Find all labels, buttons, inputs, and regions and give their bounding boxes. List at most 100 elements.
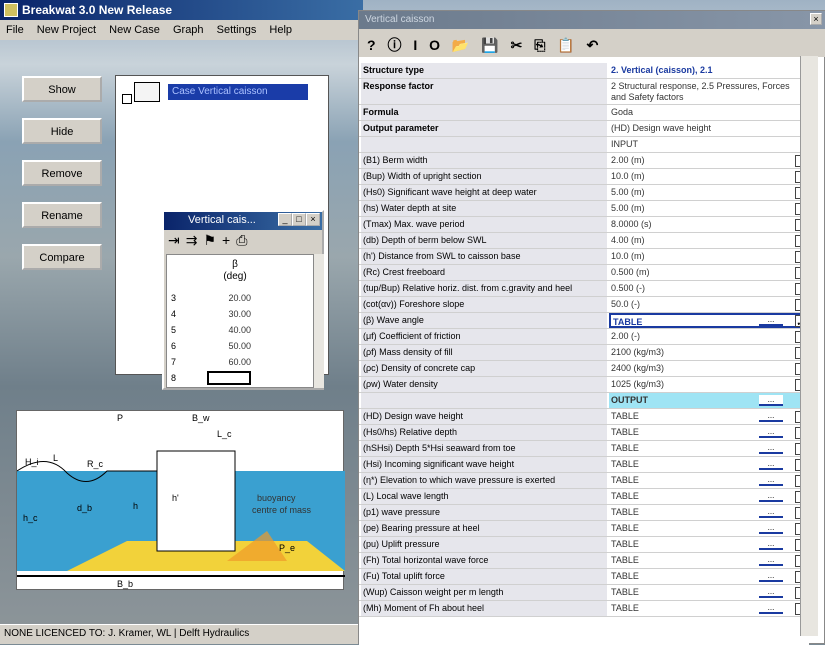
- parameter-value[interactable]: 50.0 (-): [609, 297, 809, 312]
- menu-graph[interactable]: Graph: [173, 24, 204, 36]
- parameter-value[interactable]: 2.00 (-): [609, 329, 809, 344]
- compare-button[interactable]: Compare: [22, 244, 102, 270]
- print-icon[interactable]: ⎙: [236, 232, 253, 248]
- table-row[interactable]: 4 30.00: [167, 307, 315, 323]
- parameter-row[interactable]: (Fu) Total uplift force TABLE...: [359, 569, 809, 585]
- parameter-row[interactable]: Response factor 2 Structural response, 2.…: [359, 79, 809, 105]
- parameter-value[interactable]: 5.00 (m): [609, 185, 809, 200]
- output-icon[interactable]: O: [429, 37, 440, 53]
- parameter-row[interactable]: (Hs0/hs) Relative depth TABLE...: [359, 425, 809, 441]
- parameter-row[interactable]: (Hsi) Incoming significant wave height TA…: [359, 457, 809, 473]
- parameter-value[interactable]: 2 Structural response, 2.5 Pressures, Fo…: [609, 79, 809, 104]
- info-icon[interactable]: ⓘ: [387, 37, 401, 53]
- input-icon[interactable]: I: [413, 37, 417, 53]
- cut-icon[interactable]: ✂: [511, 37, 523, 53]
- parameter-row[interactable]: (Fh) Total horizontal wave force TABLE...: [359, 553, 809, 569]
- parameter-row[interactable]: (η*) Elevation to which wave pressure is…: [359, 473, 809, 489]
- parameter-value[interactable]: 10.0 (m): [609, 169, 809, 184]
- hide-button[interactable]: Hide: [22, 118, 102, 144]
- copy-icon[interactable]: ⎘: [534, 37, 545, 53]
- parameter-row[interactable]: (Bup) Width of upright section 10.0 (m): [359, 169, 809, 185]
- collapse-icon[interactable]: ⇥: [168, 232, 186, 248]
- table-row[interactable]: 6 50.00: [167, 339, 315, 355]
- table-edit-button[interactable]: ...: [759, 539, 783, 550]
- case-tree-item[interactable]: Case Vertical caisson: [122, 80, 312, 104]
- parameter-row[interactable]: (ρc) Density of concrete cap 2400 (kg/m3): [359, 361, 809, 377]
- parameter-value[interactable]: Goda: [609, 105, 809, 120]
- parameter-value[interactable]: 0.500 (-): [609, 281, 809, 296]
- parameter-value[interactable]: 2400 (kg/m3): [609, 361, 809, 376]
- parameter-row[interactable]: Structure type 2. Vertical (caisson), 2.1: [359, 63, 809, 79]
- paste-icon[interactable]: 📋: [557, 37, 574, 53]
- parameter-row[interactable]: INPUT: [359, 137, 809, 153]
- maximize-button[interactable]: □: [292, 213, 306, 226]
- case-checkbox[interactable]: [122, 94, 132, 104]
- parameter-row[interactable]: (HD) Design wave height TABLE...: [359, 409, 809, 425]
- parameter-row[interactable]: (Wup) Caisson weight per m length TABLE..…: [359, 585, 809, 601]
- parameter-row[interactable]: (db) Depth of berm below SWL 4.00 (m): [359, 233, 809, 249]
- minimize-button[interactable]: _: [278, 213, 292, 226]
- vc-scrollbar[interactable]: [800, 56, 818, 636]
- table-edit-button[interactable]: ...: [759, 475, 783, 486]
- parameter-row[interactable]: (B1) Berm width 2.00 (m): [359, 153, 809, 169]
- save-icon[interactable]: 💾: [481, 37, 498, 53]
- parameter-row[interactable]: (cot(αv)) Foreshore slope 50.0 (-): [359, 297, 809, 313]
- parameter-row[interactable]: (tup/Bup) Relative horiz. dist. from c.g…: [359, 281, 809, 297]
- parameter-value[interactable]: 5.00 (m): [609, 201, 809, 216]
- parameter-value[interactable]: 4.00 (m): [609, 233, 809, 248]
- parameter-value[interactable]: 2. Vertical (caisson), 2.1: [609, 63, 809, 78]
- case-label[interactable]: Case Vertical caisson: [168, 84, 308, 100]
- row-value[interactable]: 20.00: [207, 293, 251, 303]
- remove-button[interactable]: Remove: [22, 160, 102, 186]
- parameter-row[interactable]: (hSHsi) Depth 5*Hsi seaward from toe TABL…: [359, 441, 809, 457]
- parameter-value[interactable]: 8.0000 (s): [609, 217, 809, 232]
- table-edit-button[interactable]: ...: [759, 507, 783, 518]
- table-edit-button[interactable]: ...: [759, 315, 783, 326]
- menu-file[interactable]: File: [6, 24, 24, 36]
- row-value-edit[interactable]: [207, 371, 251, 385]
- parameter-value[interactable]: 2100 (kg/m3): [609, 345, 809, 360]
- table-edit-button[interactable]: ...: [759, 395, 783, 406]
- table-edit-button[interactable]: ...: [759, 427, 783, 438]
- table-row[interactable]: 3 20.00: [167, 291, 315, 307]
- table-row[interactable]: 7 60.00: [167, 355, 315, 371]
- rename-button[interactable]: Rename: [22, 202, 102, 228]
- table-edit-button[interactable]: ...: [759, 571, 783, 582]
- parameter-row[interactable]: (ρf) Mass density of fill 2100 (kg/m3): [359, 345, 809, 361]
- parameter-row[interactable]: (h') Distance from SWL to caisson base 10…: [359, 249, 809, 265]
- close-button[interactable]: ×: [306, 213, 320, 226]
- table-row[interactable]: 5 40.00: [167, 323, 315, 339]
- row-value[interactable]: 60.00: [207, 357, 251, 367]
- parameter-row[interactable]: (L) Local wave length TABLE...: [359, 489, 809, 505]
- parameter-value[interactable]: 0.500 (m): [609, 265, 809, 280]
- table-edit-button[interactable]: ...: [759, 555, 783, 566]
- table-edit-button[interactable]: ...: [759, 603, 783, 614]
- expand-icon[interactable]: ⇉: [186, 232, 204, 248]
- menu-settings[interactable]: Settings: [217, 24, 257, 36]
- table-edit-button[interactable]: ...: [759, 587, 783, 598]
- row-value[interactable]: 50.00: [207, 341, 251, 351]
- parameter-row[interactable]: (p1) wave pressure TABLE...: [359, 505, 809, 521]
- parameter-value[interactable]: (HD) Design wave height: [609, 121, 809, 136]
- parameter-row[interactable]: (ρw) Water density 1025 (kg/m3): [359, 377, 809, 393]
- table-row[interactable]: 8: [167, 371, 315, 387]
- parameter-value[interactable]: 1025 (kg/m3): [609, 377, 809, 392]
- parameter-row[interactable]: OUTPUT...: [359, 393, 809, 409]
- parameter-row[interactable]: (β) Wave angleTABLE...✓: [359, 313, 809, 329]
- open-folder-icon[interactable]: 📂: [452, 37, 469, 53]
- parameter-row[interactable]: Output parameter (HD) Design wave height: [359, 121, 809, 137]
- table-edit-button[interactable]: ...: [759, 459, 783, 470]
- parameter-row[interactable]: (hs) Water depth at site 5.00 (m): [359, 201, 809, 217]
- add-icon[interactable]: +: [222, 232, 236, 248]
- vc-close-button[interactable]: ×: [810, 13, 822, 25]
- parameter-value[interactable]: 2.00 (m): [609, 153, 809, 168]
- parameter-row[interactable]: (μf) Coefficient of friction 2.00 (-): [359, 329, 809, 345]
- table-edit-button[interactable]: ...: [759, 411, 783, 422]
- table-edit-button[interactable]: ...: [759, 491, 783, 502]
- parameter-row[interactable]: (Rc) Crest freeboard 0.500 (m): [359, 265, 809, 281]
- parameter-value[interactable]: 10.0 (m): [609, 249, 809, 264]
- row-value[interactable]: 40.00: [207, 325, 251, 335]
- undo-icon[interactable]: ↶: [587, 37, 599, 53]
- help-icon[interactable]: ?: [367, 37, 376, 53]
- table-edit-button[interactable]: ...: [759, 443, 783, 454]
